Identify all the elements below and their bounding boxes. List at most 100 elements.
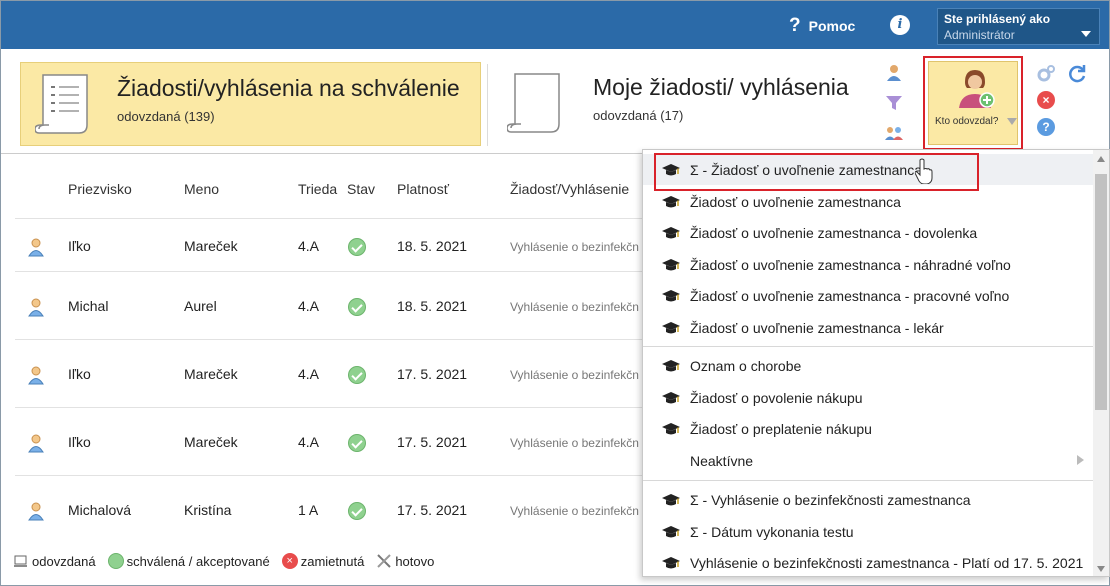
table-row[interactable]: Iľko Mareček 4.A 17. 5. 2021 Vyhlásenie o be…: [15, 407, 655, 475]
user-menu[interactable]: Ste prihlásený ako Administrátor: [937, 8, 1100, 45]
help-link[interactable]: ? Pomoc: [789, 15, 855, 37]
dropdown-item-label: Neaktívne: [690, 452, 754, 469]
dropdown-separator: [643, 346, 1093, 347]
dropdown-scrollbar[interactable]: [1093, 150, 1109, 576]
scrollbar-thumb[interactable]: [1095, 174, 1107, 410]
cell-validity: 18. 5. 2021: [397, 298, 468, 314]
cell-surname: Iľko: [68, 238, 91, 254]
legend-submitted-label: odovzdaná: [32, 553, 96, 569]
dropdown-item[interactable]: Σ - Vyhlásenie o bezinfekčnosti zamestna…: [643, 484, 1093, 515]
status-approved-icon: [348, 298, 366, 316]
col-header-request[interactable]: Žiadosť/Vyhlásenie: [510, 181, 629, 197]
user-menu-caption: Ste prihlásený ako: [944, 12, 1051, 26]
info-icon[interactable]: i: [890, 15, 910, 35]
check-icon: [107, 553, 124, 569]
dropdown-item[interactable]: Oznam o chorobe: [643, 350, 1093, 381]
person-filter-icon[interactable]: [883, 63, 905, 85]
filter-icon[interactable]: [883, 93, 905, 115]
tile-my-requests[interactable]: Moje žiadosti/ vyhlásenia odovzdaná (17): [497, 62, 867, 146]
table-row[interactable]: Michalová Kristína 1 A 17. 5. 2021 Vyhláseni…: [15, 475, 655, 543]
table-row[interactable]: Iľko Mareček 4.A 18. 5. 2021 Vyhlásenie o be…: [15, 218, 655, 271]
chevron-down-icon: [1007, 118, 1017, 125]
tile-count: odovzdaná (139): [117, 109, 215, 124]
laptop-icon: [13, 553, 29, 569]
person-icon: [28, 502, 44, 521]
table-row[interactable]: Michal Aurel 4.A 18. 5. 2021 Vyhlásenie o be…: [15, 271, 655, 339]
reject-icon: ×: [281, 553, 298, 569]
dropdown-item[interactable]: Žiadosť o povolenie nákupu: [643, 382, 1093, 413]
status-approved-icon: [348, 366, 366, 384]
dropdown-item[interactable]: Žiadosť o uvoľnenie zamestnanca - lekár: [643, 312, 1093, 343]
dropdown-item-label: Oznam o chorobe: [690, 357, 802, 374]
cell-class: 4.A: [298, 434, 320, 450]
cell-name: Kristína: [184, 502, 232, 518]
cell-validity: 17. 5. 2021: [397, 366, 468, 382]
help-icon[interactable]: ?: [1037, 118, 1055, 136]
refresh-icon[interactable]: [1067, 63, 1087, 83]
graduation-cap-icon: [662, 226, 680, 238]
dropdown-item[interactable]: Žiadosť o uvoľnenie zamestnanca - náhrad…: [643, 249, 1093, 280]
toolbar-icons: [883, 63, 907, 153]
dropdown-item-label: Žiadosť o uvoľnenie zamestnanca - dovole…: [690, 224, 978, 241]
close-icon[interactable]: ×: [1037, 91, 1055, 109]
submitter-filter-label: Kto odovzdal?: [935, 116, 999, 127]
col-header-surname[interactable]: Priezvisko: [68, 181, 132, 197]
tile-count: odovzdaná (17): [593, 108, 684, 123]
submitter-filter-highlight: Kto odovzdal?: [923, 56, 1023, 150]
scroll-down-icon[interactable]: [1097, 566, 1105, 572]
graduation-cap-icon: [662, 556, 680, 568]
submitter-filter-button[interactable]: Kto odovzdal?: [928, 61, 1018, 145]
cell-validity: 17. 5. 2021: [397, 434, 468, 450]
cell-request-type: Vyhlásenie o bezinfekčn: [510, 436, 639, 450]
tile-title: Žiadosti/vyhlásenia na schválenie: [117, 75, 460, 101]
top-bar: ? Pomoc i Ste prihlásený ako Administrát…: [1, 1, 1109, 49]
col-header-name[interactable]: Meno: [184, 181, 219, 197]
cell-request-type: Vyhlásenie o bezinfekčn: [510, 300, 639, 314]
legend-approved: schválená / akceptované: [107, 553, 270, 569]
status-approved-icon: [348, 238, 366, 256]
chevron-right-icon: [1077, 455, 1084, 465]
tile-approvals[interactable]: Žiadosti/vyhlásenia na schválenie odovzd…: [20, 62, 481, 146]
help-icon: ?: [789, 15, 801, 36]
person-icon: [28, 366, 44, 385]
status-approved-icon: [348, 434, 366, 452]
help-label: Pomoc: [808, 18, 856, 34]
request-type-dropdown[interactable]: Σ - Žiadosť o uvoľnenie zamestnanca Žiado…: [642, 149, 1110, 577]
legend-done-label: hotovo: [395, 553, 435, 569]
tile-title: Moje žiadosti/ vyhlásenia: [593, 74, 849, 100]
cell-class: 1 A: [298, 502, 319, 518]
sort-users-icon[interactable]: [883, 123, 905, 145]
divider: [487, 64, 488, 146]
col-header-class[interactable]: Trieda: [298, 181, 337, 197]
dropdown-item-label: Žiadosť o preplatenie nákupu: [690, 420, 872, 437]
settings-icon[interactable]: [1036, 64, 1056, 84]
graduation-cap-icon: [662, 258, 680, 270]
status-approved-icon: [348, 502, 366, 520]
cell-validity: 17. 5. 2021: [397, 502, 468, 518]
graduation-cap-icon: [662, 289, 680, 301]
dropdown-item[interactable]: Žiadosť o uvoľnenie zamestnanca - dovole…: [643, 217, 1093, 248]
dropdown-item[interactable]: Žiadosť o uvoľnenie zamestnanca - pracov…: [643, 280, 1093, 311]
graduation-cap-icon: [662, 391, 680, 403]
legend-rejected: × zamietnutá: [281, 553, 364, 569]
legend: odovzdaná schválená / akceptované × zami…: [13, 553, 446, 569]
scroll-up-icon[interactable]: [1097, 156, 1105, 162]
chevron-down-icon: [1081, 31, 1091, 37]
col-header-validity[interactable]: Platnosť: [397, 181, 449, 197]
hand-cursor-icon: [915, 158, 933, 184]
dropdown-item[interactable]: Vyhlásenie o bezinfekčnosti zamestnanca …: [643, 547, 1093, 576]
dropdown-item-label: Žiadosť o uvoľnenie zamestnanca - pracov…: [690, 287, 1010, 304]
person-icon: [28, 298, 44, 317]
graduation-cap-icon: [662, 422, 680, 434]
col-header-status[interactable]: Stav: [347, 181, 375, 197]
dropdown-item[interactable]: Σ - Dátum vykonania testu: [643, 516, 1093, 547]
cell-surname: Iľko: [68, 434, 91, 450]
person-icon: [28, 434, 44, 453]
dropdown-item[interactable]: Žiadosť o preplatenie nákupu: [643, 413, 1093, 444]
cell-class: 4.A: [298, 366, 320, 382]
dropdown-item[interactable]: Neaktívne: [643, 445, 1093, 476]
cell-validity: 18. 5. 2021: [397, 238, 468, 254]
legend-approved-label: schválená / akceptované: [126, 553, 270, 569]
add-person-icon: [959, 70, 995, 108]
table-row[interactable]: Iľko Mareček 4.A 17. 5. 2021 Vyhlásenie o be…: [15, 339, 655, 407]
